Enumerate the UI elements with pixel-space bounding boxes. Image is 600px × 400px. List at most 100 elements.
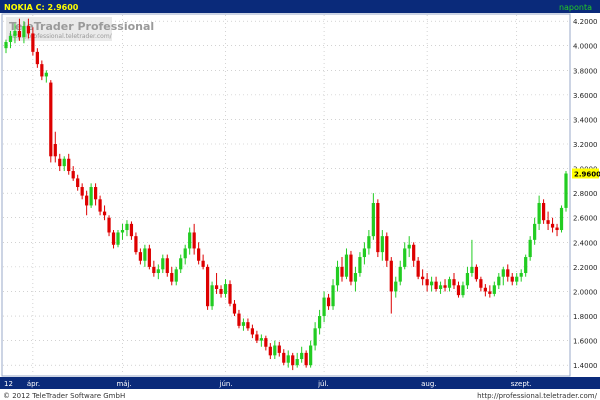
candle-body xyxy=(49,82,53,157)
x-tick-label: szept. xyxy=(511,380,532,388)
candle-body xyxy=(353,273,358,282)
candle-body xyxy=(398,266,402,282)
candle xyxy=(564,171,568,212)
candle-body xyxy=(528,239,532,258)
candle-body xyxy=(362,248,367,258)
price-chart: NOKIA C: 2.9600 naponta 1.4000 1.6000 1.80… xyxy=(0,0,600,400)
candle-body xyxy=(98,199,102,212)
x-tick-label: ápr. xyxy=(27,380,40,388)
candle-body xyxy=(340,266,344,277)
candle-body xyxy=(331,285,335,307)
y-tick-label: 3.8000 xyxy=(573,67,598,75)
y-tick-label: 2.0000 xyxy=(573,288,598,296)
candle-body xyxy=(138,252,143,261)
y-tick-label: 2.8000 xyxy=(573,190,598,198)
candle-body xyxy=(434,281,438,289)
candle-body xyxy=(62,158,66,167)
candle-body xyxy=(367,236,371,249)
candle-body xyxy=(519,273,523,277)
candle xyxy=(528,236,532,261)
candle xyxy=(474,264,479,282)
candle-body xyxy=(264,338,268,347)
y-tick-label: 3.2000 xyxy=(573,141,598,149)
candle-body xyxy=(564,173,568,208)
candle-body xyxy=(524,257,528,274)
candle-body xyxy=(371,202,375,237)
y-tick-label: 3.4000 xyxy=(573,116,598,124)
y-axis: 1.4000 1.6000 1.8000 2.0000 2.2000 2.4000 2.60… xyxy=(573,18,598,370)
candle-body xyxy=(358,257,362,274)
candle-body xyxy=(93,187,98,200)
y-tick-label: 1.8000 xyxy=(573,313,598,321)
candle-body xyxy=(13,30,17,36)
footer-copyright: © 2012 TeleTrader Software GmbH xyxy=(3,392,125,400)
candle-body xyxy=(470,266,474,274)
candle-body xyxy=(546,220,550,224)
candle-body xyxy=(282,352,286,363)
candle-body xyxy=(201,260,205,267)
candle-body xyxy=(461,285,465,296)
candle xyxy=(210,281,214,310)
candle xyxy=(376,199,380,258)
watermark-brand: TeleTrader Professional xyxy=(9,20,154,33)
candle-body xyxy=(326,297,331,307)
candle-body xyxy=(156,269,160,274)
candle-body xyxy=(259,338,263,341)
x-tick-label: jún. xyxy=(219,380,233,388)
candle xyxy=(147,244,151,270)
candle-body xyxy=(241,322,246,326)
candle-body xyxy=(170,273,174,282)
candle-body xyxy=(488,291,492,294)
candle-body xyxy=(116,232,120,245)
period-label: naponta xyxy=(559,3,592,12)
candle-body xyxy=(268,346,272,356)
candle-body xyxy=(53,144,57,157)
x-tick-label: aug. xyxy=(421,380,436,388)
candle-body xyxy=(443,285,447,288)
candle-body xyxy=(295,359,299,366)
candle-body xyxy=(107,217,111,233)
candle-body xyxy=(246,322,250,329)
candle-body xyxy=(188,232,192,249)
candle-body xyxy=(8,35,13,43)
candle-body xyxy=(85,195,89,206)
symbol-quote: NOKIA C: 2.9600 xyxy=(4,3,79,12)
candle-body xyxy=(421,276,425,280)
candle-body xyxy=(89,187,93,206)
candle-body xyxy=(313,328,317,346)
candle-body xyxy=(205,266,210,307)
candle-body xyxy=(232,303,237,314)
candle-body xyxy=(438,285,443,289)
candle-body xyxy=(273,345,277,356)
candle-body xyxy=(559,207,564,231)
y-tick-label: 3.6000 xyxy=(573,92,598,100)
candle xyxy=(349,250,353,286)
candle-body xyxy=(550,223,555,228)
candle-body xyxy=(412,244,416,261)
candle-body xyxy=(537,202,541,224)
candle xyxy=(89,183,93,208)
candle-body xyxy=(425,279,429,286)
footer-url: http://professional.teletrader.com/ xyxy=(477,392,597,400)
candle-body xyxy=(26,26,31,34)
candle-body xyxy=(210,285,214,307)
candle-body xyxy=(474,266,479,280)
candle-body xyxy=(58,158,62,167)
candle-body xyxy=(510,276,514,282)
candle-body xyxy=(533,223,537,240)
y-tick-label: 4.0000 xyxy=(573,43,598,51)
candle-body xyxy=(17,30,22,38)
y-tick-label: 4.2000 xyxy=(573,18,598,26)
plot-frame xyxy=(1,13,571,377)
candle-body xyxy=(71,171,75,179)
candle-body xyxy=(309,345,313,366)
candle-body xyxy=(555,227,559,231)
candle xyxy=(559,205,564,233)
candle xyxy=(304,350,308,368)
candle-body xyxy=(541,202,546,221)
last-price-label: 2.9600 xyxy=(574,170,600,178)
candle-body xyxy=(389,260,393,292)
candle-body xyxy=(335,266,340,286)
y-tick-label: 2.6000 xyxy=(573,215,598,223)
candle-body xyxy=(143,248,147,261)
